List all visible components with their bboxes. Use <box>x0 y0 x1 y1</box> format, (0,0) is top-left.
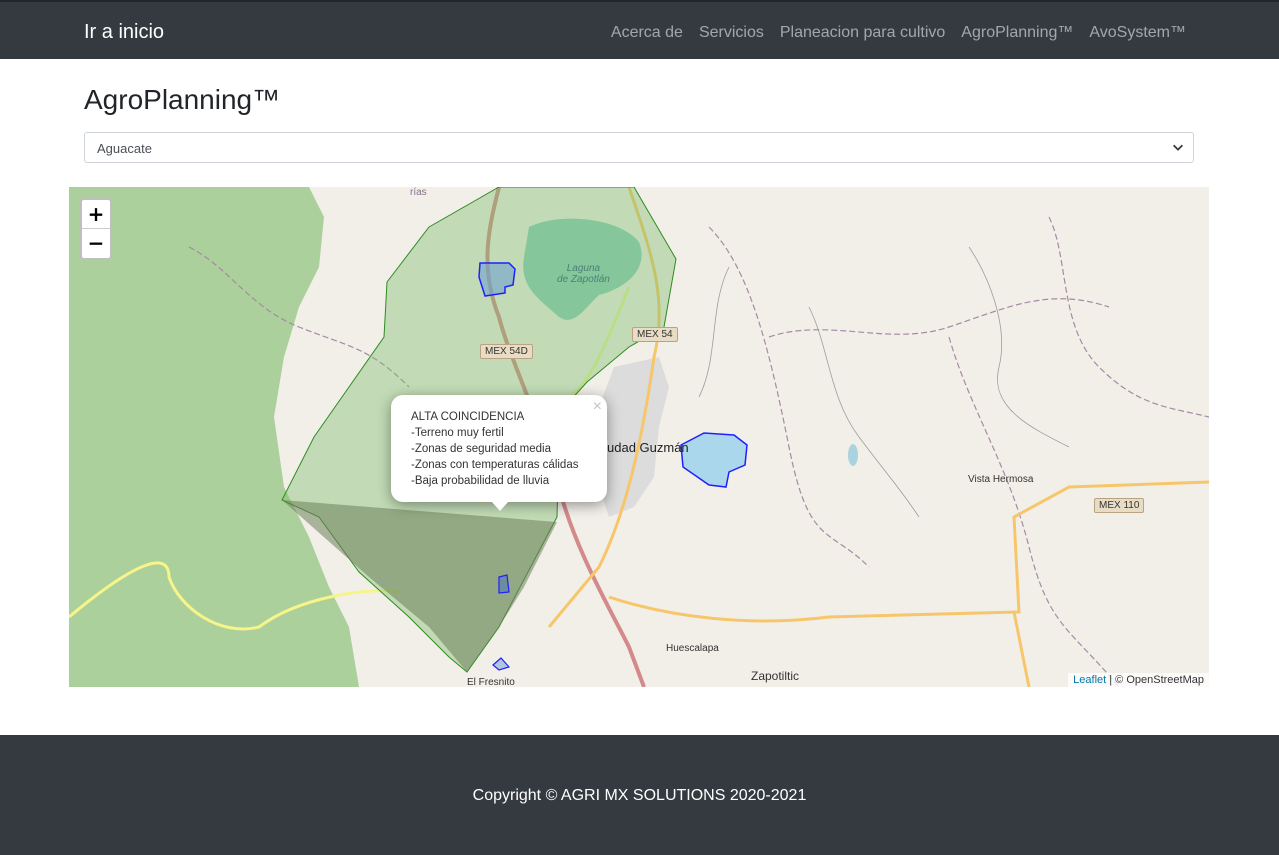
brand-home-link[interactable]: Ir a inicio <box>84 21 164 44</box>
popup-line-seguridad: -Zonas de seguridad media <box>411 443 551 455</box>
map-label-rias: rías <box>410 187 427 198</box>
map-tiles <box>69 187 1209 687</box>
map-popup: × ALTA COINCIDENCIA -Terreno muy fertil … <box>391 395 607 502</box>
popup-close-button[interactable]: × <box>593 398 602 416</box>
map-label-zapotiltic: Zapotiltic <box>751 669 800 683</box>
popup-line-title: ALTA COINCIDENCIA <box>411 411 525 423</box>
nav-link-servicios[interactable]: Servicios <box>699 24 764 42</box>
crop-select-value: Aguacate <box>97 141 152 156</box>
zoom-in-button[interactable]: + <box>82 200 110 229</box>
popup-line-fertil: -Terreno muy fertil <box>411 427 504 439</box>
nav-link-agroplanning[interactable]: AgroPlanning™ <box>961 24 1073 42</box>
map-attribution: Leaflet | © OpenStreetMap <box>1068 673 1209 687</box>
map-label-huescalapa: Huescalapa <box>666 643 719 654</box>
osm-attribution-text: | © OpenStreetMap <box>1106 674 1204 686</box>
popup-tip <box>491 501 509 511</box>
footer-copyright: Copyright © AGRI MX SOLUTIONS 2020-2021 <box>472 787 807 804</box>
chevron-down-icon <box>1173 144 1183 151</box>
road-shield-mex54: MEX 54 <box>632 327 678 342</box>
map-label-vista-hermosa: Vista Hermosa <box>968 474 1034 485</box>
map-label-city: udad Guzmán <box>607 440 689 455</box>
nav-link-acerca[interactable]: Acerca de <box>611 24 683 42</box>
footer: Copyright © AGRI MX SOLUTIONS 2020-2021 <box>0 735 1279 855</box>
map-view[interactable]: + − Laguna de Zapotlán rías udad Guzmán … <box>69 187 1209 687</box>
map-label-el-fresnito: El Fresnito <box>467 677 515 687</box>
top-navbar: Ir a inicio Acerca de Servicios Planeaci… <box>0 0 1279 59</box>
map-label-lake: Laguna de Zapotlán <box>557 263 610 285</box>
crop-select[interactable]: Aguacate <box>84 132 1194 163</box>
leaflet-link[interactable]: Leaflet <box>1073 674 1106 686</box>
zoom-out-button[interactable]: − <box>82 229 110 258</box>
popup-line-temperaturas: -Zonas con temperaturas cálidas <box>411 459 579 471</box>
nav-link-avosystem[interactable]: AvoSystem™ <box>1089 24 1186 42</box>
nav-links: Acerca de Servicios Planeacion para cult… <box>611 24 1186 42</box>
popup-line-lluvia: -Baja probabilidad de lluvia <box>411 475 550 487</box>
nav-link-planeacion[interactable]: Planeacion para cultivo <box>780 24 945 42</box>
zoom-control: + − <box>80 198 112 260</box>
road-shield-mex110: MEX 110 <box>1094 498 1145 513</box>
road-shield-mex54d: MEX 54D <box>480 344 533 359</box>
page-title: AgroPlanning™ <box>84 84 281 115</box>
